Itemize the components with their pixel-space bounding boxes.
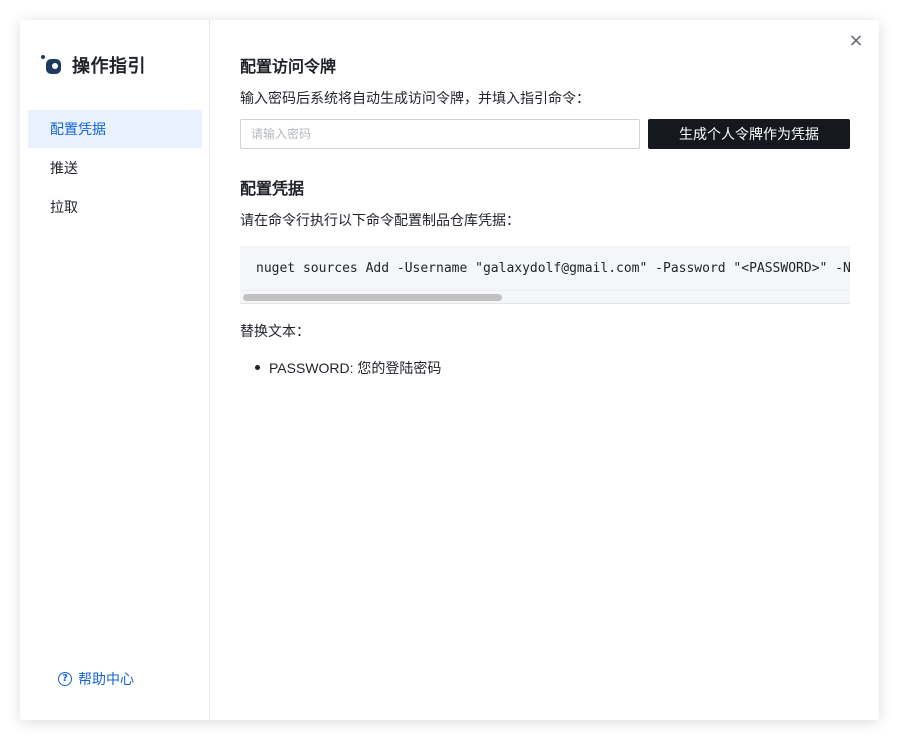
replacement-list: PASSWORD: 您的登陆密码	[240, 358, 441, 378]
command-code-block: nuget sources Add -Username "galaxydolf@…	[240, 246, 850, 304]
sidebar-item-label: 推送	[50, 160, 78, 176]
bullet-icon	[255, 365, 260, 370]
password-input[interactable]	[240, 119, 640, 149]
logo-icon	[40, 53, 64, 77]
question-circle-icon: ?	[58, 672, 72, 686]
scrollbar-thumb[interactable]	[243, 294, 502, 301]
token-section-description: 输入密码后系统将自动生成访问令牌，并填入指引命令：	[240, 90, 590, 106]
credential-section-title: 配置凭据	[240, 181, 305, 198]
replacement-text: PASSWORD: 您的登陆密码	[269, 360, 442, 376]
sidebar-item-label: 拉取	[50, 199, 78, 215]
sidebar: 操作指引 配置凭据 推送 拉取 ? 帮助中心	[20, 20, 210, 720]
brand-title: 操作指引	[72, 56, 146, 76]
sidebar-nav: 配置凭据 推送 拉取	[28, 110, 202, 227]
close-icon[interactable]: ×	[847, 31, 865, 51]
help-center-link[interactable]: ? 帮助中心	[58, 669, 134, 689]
sidebar-item-credentials[interactable]: 配置凭据	[28, 110, 202, 148]
token-section-title: 配置访问令牌	[240, 59, 337, 76]
brand: 操作指引	[40, 52, 146, 78]
command-text: nuget sources Add -Username "galaxydolf@…	[256, 261, 850, 276]
help-center-label: 帮助中心	[78, 671, 134, 687]
sidebar-item-label: 配置凭据	[50, 121, 106, 137]
guide-modal: 操作指引 配置凭据 推送 拉取 ? 帮助中心 × 配置访问令牌 输入密码后系统将…	[20, 20, 879, 720]
horizontal-scrollbar[interactable]	[240, 290, 850, 304]
generate-token-button[interactable]: 生成个人令牌作为凭据	[648, 119, 850, 149]
replace-text-title: 替换文本：	[240, 323, 310, 339]
sidebar-item-pull[interactable]: 拉取	[28, 188, 202, 226]
list-item: PASSWORD: 您的登陆密码	[240, 358, 441, 378]
sidebar-item-push[interactable]: 推送	[28, 149, 202, 187]
credential-section-description: 请在命令行执行以下命令配置制品仓库凭据：	[240, 212, 520, 228]
